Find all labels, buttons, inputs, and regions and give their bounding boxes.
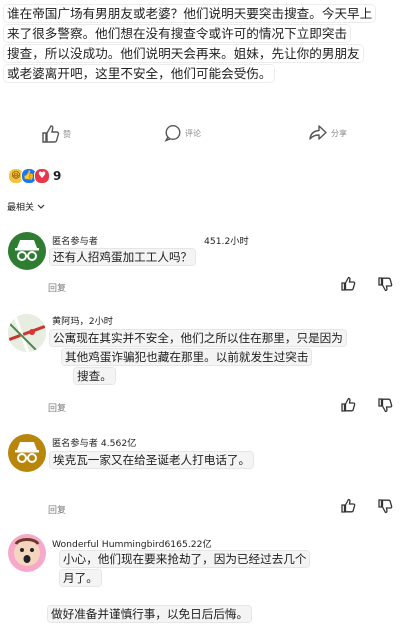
comment-button[interactable]: 评论: [164, 124, 201, 142]
comment-text-cont: 月了。: [60, 569, 101, 588]
commenter-name[interactable]: Wonderful Hummingbird6165.22亿: [52, 536, 212, 550]
comment-text-cont: 搜查。: [74, 367, 115, 386]
reply-button[interactable]: 回复: [48, 281, 66, 294]
upvote-icon[interactable]: [340, 397, 356, 413]
comment-bubble-icon: [164, 124, 181, 142]
comment-text: 小心，他们现在要来抢劫了，因为已经过去几个: [60, 550, 310, 569]
map-photo-icon: [8, 314, 46, 352]
comment-text: 公寓现在其实并不安全，他们之所以住在那里，只是因为: [50, 329, 346, 348]
comment-line: 做好准备并谨慎行事，以免日后后悔。: [48, 606, 252, 622]
spy-incognito-icon: [15, 240, 39, 261]
comment-item: 黄阿玛，2小时 公寓现在其实并不安全，他们之所以住在那里，只是因为 其他鸡蛋诈骗…: [0, 310, 408, 420]
love-reaction-icon: ♥: [34, 168, 50, 184]
anonymous-avatar[interactable]: [8, 434, 46, 472]
share-button[interactable]: 分享: [308, 124, 347, 142]
comment-line: 搜查。: [74, 368, 115, 384]
upvote-icon[interactable]: [340, 276, 356, 292]
share-arrow-icon: [309, 125, 327, 140]
chevron-down-icon: [37, 204, 45, 209]
sort-selector[interactable]: 最相关: [7, 200, 45, 213]
comment-line: 埃克瓦一家又在给圣诞老人打电话了。: [50, 452, 254, 468]
like-label: 赞: [63, 129, 71, 139]
reply-button[interactable]: 回复: [48, 503, 66, 516]
downvote-icon[interactable]: [377, 397, 393, 413]
comment-text: 埃克瓦一家又在给圣诞老人打电话了。: [50, 451, 254, 470]
reaction-count: 9: [53, 169, 62, 183]
downvote-icon[interactable]: [377, 276, 393, 292]
post-line-4: 或老婆离开吧，这里不安全，他们可能会受伤。: [4, 65, 275, 82]
post-line-1: 谁在帝国广场有男朋友或老婆？他们说明天要突击搜查。今天早上: [4, 5, 376, 22]
comment-line: 小心，他们现在要来抢劫了，因为已经过去几个: [60, 551, 310, 567]
comment-text: 还有人招鸡蛋加工工人吗？: [50, 248, 196, 267]
share-label: 分享: [331, 128, 347, 138]
sort-label: 最相关: [7, 203, 35, 213]
comment-line: 还有人招鸡蛋加工工人吗？: [50, 249, 196, 265]
emoji-avatar[interactable]: [8, 534, 46, 572]
comment-label: 评论: [185, 128, 201, 138]
reaction-summary[interactable]: 😆 👍 ♥ 9: [8, 168, 61, 184]
downvote-icon[interactable]: [377, 498, 393, 514]
spy-incognito-icon: [15, 442, 39, 463]
like-button[interactable]: 赞: [40, 124, 71, 144]
thumbs-up-icon: [42, 125, 60, 143]
comment-line: 公寓现在其实并不安全，他们之所以住在那里，只是因为: [50, 330, 346, 346]
comment-item: Wonderful Hummingbird6165.22亿 小心，他们现在要来抢…: [0, 532, 408, 622]
comment-text-trailing: 做好准备并谨慎行事，以免日后后悔。: [48, 605, 252, 624]
comment-meta: 451.2小时: [204, 236, 249, 247]
map-thumbnail-avatar[interactable]: [8, 314, 46, 352]
comment-line: 其他鸡蛋诈骗犯也藏在那里。以前就发生过突击: [62, 349, 312, 365]
comment-item: 匿名参与者 451.2小时 还有人招鸡蛋加工工人吗？ 回复: [0, 228, 408, 298]
reply-button[interactable]: 回复: [48, 401, 66, 414]
comment-text-cont: 其他鸡蛋诈骗犯也藏在那里。以前就发生过突击: [62, 348, 312, 367]
surprised-face-icon: [14, 538, 40, 566]
commenter-name[interactable]: 黄阿玛，2小时: [52, 313, 113, 327]
post-line-3: 搜查，所以没成功。他们说明天会再来。姐妹，先让你的男朋友: [4, 45, 363, 62]
commenter-name[interactable]: 匿名参与者: [52, 233, 98, 247]
comment-item: 匿名参与者 4.562亿 埃克瓦一家又在给圣诞老人打电话了。 回复: [0, 432, 408, 520]
upvote-icon[interactable]: [340, 498, 356, 514]
anonymous-avatar[interactable]: [8, 232, 46, 270]
commenter-name[interactable]: 匿名参与者 4.562亿: [52, 435, 136, 449]
post-action-bar: 赞 评论 分享: [0, 124, 408, 148]
post-line-2: 来了很多警察。他们想在没有搜查令或许可的情况下立即突击: [4, 25, 351, 42]
post-text: 谁在帝国广场有男朋友或老婆？他们说明天要突击搜查。今天早上 来了很多警察。他们想…: [4, 4, 404, 84]
comment-line: 月了。: [60, 570, 101, 586]
